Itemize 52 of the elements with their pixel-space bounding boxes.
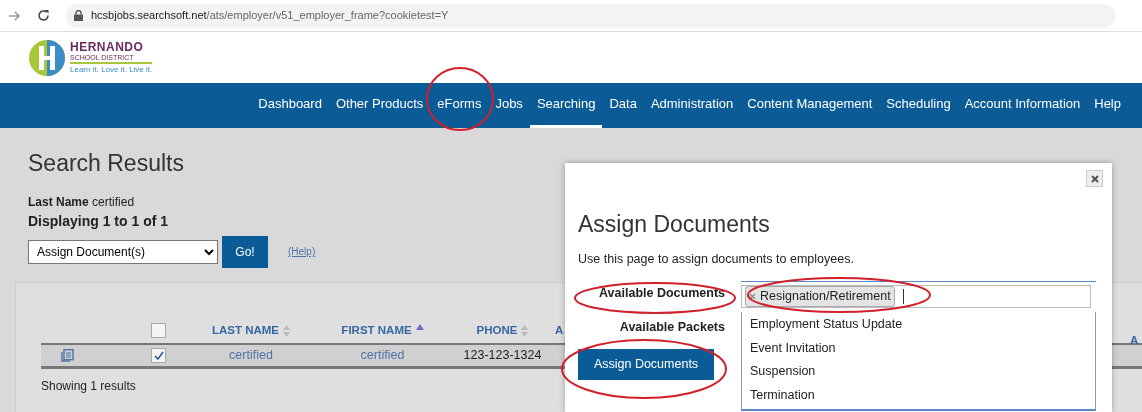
lock-icon [74, 10, 83, 21]
district-name: HERNANDO [70, 40, 145, 53]
column-header[interactable]: A [555, 321, 567, 340]
document-icon[interactable] [61, 349, 74, 363]
remove-icon[interactable] [749, 293, 756, 301]
dropdown-option[interactable]: Event Invitation [742, 335, 1095, 360]
nav-link[interactable]: Account Information [957, 83, 1088, 128]
text-cursor [902, 289, 904, 305]
sort-ascending-icon [415, 323, 424, 330]
nav-link[interactable]: Scheduling [879, 83, 958, 128]
school-logo-icon [28, 38, 66, 77]
address-bar[interactable]: hcsbjobs.searchsoft.net/ats/employer/v51_employer_frame?cookietest=Y [66, 3, 1116, 28]
checkbox[interactable] [151, 347, 166, 363]
action-select[interactable]: Assign Document(s) [28, 239, 218, 264]
column-header[interactable]: FIRST NAME [315, 321, 450, 340]
column-header[interactable]: LAST NAME [187, 321, 315, 340]
assign-documents-button[interactable]: Assign Documents [578, 348, 714, 380]
nav-link[interactable]: Administration [643, 83, 741, 128]
nav-link[interactable]: Searching [529, 83, 603, 128]
results-footer: Showing 1 results [41, 376, 136, 395]
nav-link[interactable]: Content Management [740, 83, 880, 128]
sort-icon [283, 324, 291, 337]
filter-summary: Last Name certified [28, 194, 135, 209]
selected-tag[interactable]: Resignation/Retirement [745, 286, 895, 308]
dropdown-option[interactable]: Termination [742, 382, 1095, 407]
field-label: Available Documents [599, 285, 725, 303]
reload-icon[interactable] [37, 9, 50, 22]
page-title: Search Results [28, 149, 184, 178]
url-text: hcsbjobs.searchsoft.net/ats/employer/v51_employer_frame?cookietest=Y [91, 8, 449, 24]
dropdown-option[interactable]: Employment Status Update [742, 312, 1095, 336]
table-cell-text: 123-123-1324 [462, 346, 543, 364]
go-button[interactable]: Go! [222, 235, 268, 268]
nav-link[interactable]: Jobs [488, 83, 530, 128]
dialog-description: Use this page to assign documents to employees. [578, 250, 855, 268]
documents-field[interactable]: Resignation/Retirement [741, 285, 1091, 309]
hand-drawn-circle [424, 66, 496, 132]
dropdown-option[interactable]: Suspension [742, 359, 1095, 383]
dialog-title: Assign Documents [578, 210, 771, 239]
help-link[interactable]: (Help) [288, 244, 316, 259]
forward-arrow-icon[interactable] [8, 9, 21, 22]
close-icon [1090, 175, 1099, 184]
nav-link[interactable]: Help [1087, 83, 1128, 128]
district-tagline: Learn it. Love it. Live it. [70, 64, 153, 75]
column-header[interactable]: PHONE [450, 321, 555, 340]
nav-link[interactable]: Other Products [328, 83, 431, 128]
sort-icon [521, 324, 529, 337]
results-count: Displaying 1 to 1 of 1 [28, 211, 169, 231]
checkbox[interactable] [151, 323, 166, 338]
field-label: Available Packets [619, 319, 725, 336]
nav-link[interactable]: Data [602, 83, 644, 128]
nav-link[interactable]: Dashboard [251, 83, 329, 128]
close-button[interactable] [1086, 170, 1103, 187]
